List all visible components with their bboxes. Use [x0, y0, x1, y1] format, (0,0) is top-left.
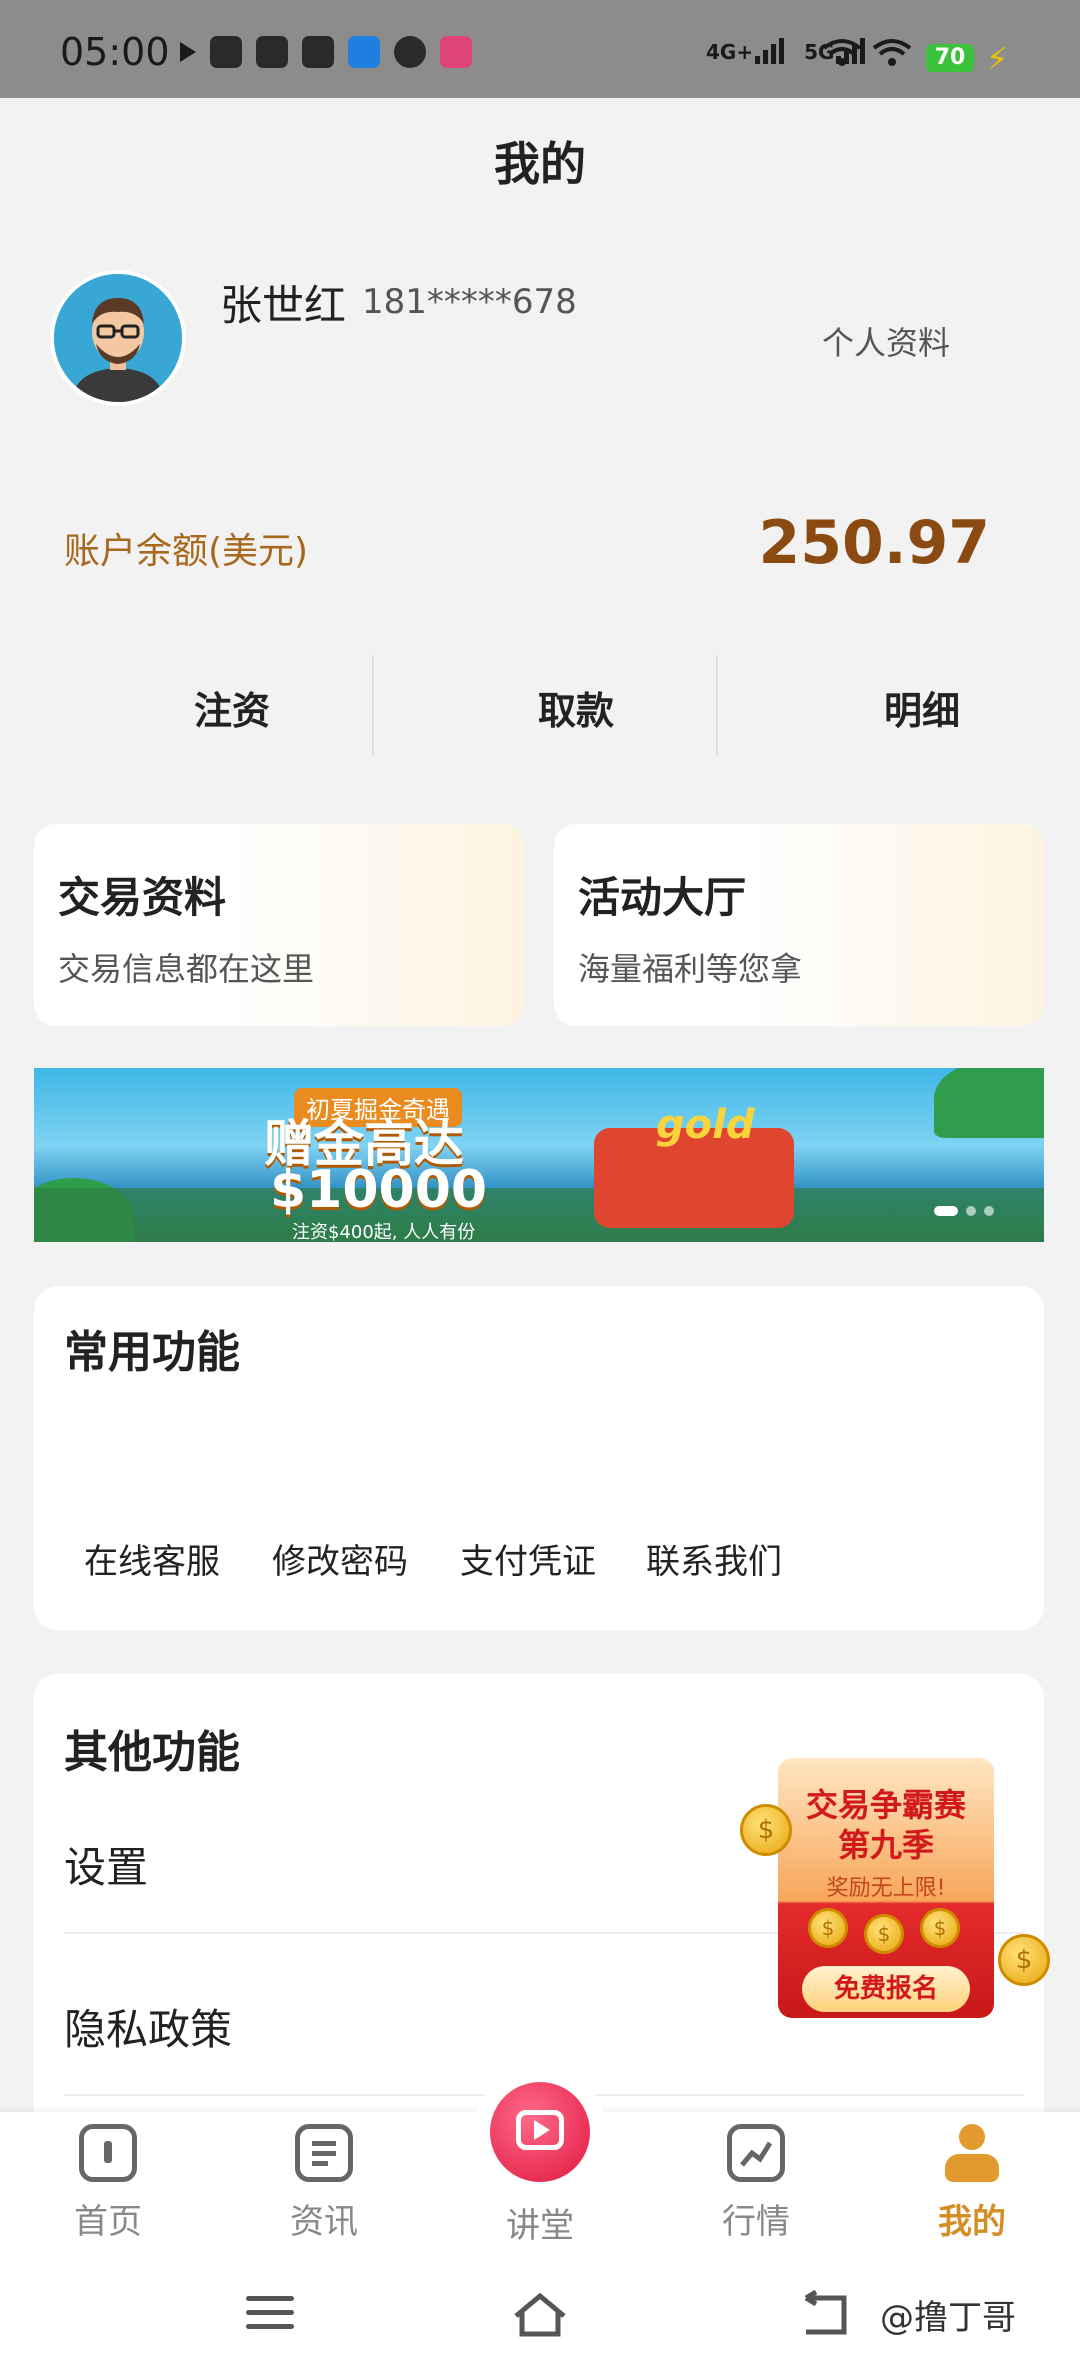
online-service-link[interactable]: 在线客服	[84, 1534, 220, 1583]
tab-lecture[interactable]: 讲堂	[432, 2198, 648, 2247]
divider	[372, 655, 374, 755]
details-button[interactable]: 明细	[884, 680, 960, 735]
card-subtitle: 交易信息都在这里	[58, 950, 315, 988]
common-functions-panel: 常用功能 在线客服 修改密码 支付凭证 联系我们	[34, 1286, 1044, 1630]
charging-icon: ⚡	[986, 40, 1009, 78]
privacy-policy-item[interactable]: 隐私政策	[64, 1996, 232, 2057]
news-icon	[295, 2124, 353, 2182]
card-title: 交易资料	[58, 873, 227, 922]
tab-label: 行情	[722, 2202, 790, 2242]
app-notification-icon	[348, 36, 380, 68]
app-notification-icon	[256, 36, 288, 68]
coin-icon: $	[920, 1908, 960, 1948]
market-chart-icon	[727, 2124, 785, 2182]
avatar-illustration	[54, 274, 182, 402]
card-subtitle: 海量福利等您拿	[578, 950, 803, 988]
wifi-icon	[872, 39, 912, 66]
page-title: 我的	[494, 137, 586, 191]
banner-logo: gold	[656, 1102, 755, 1148]
balance-value: 250.97	[758, 508, 990, 578]
network-label: 4G+	[706, 40, 754, 64]
home-icon	[79, 2124, 137, 2182]
coin-icon: $	[998, 1934, 1050, 1986]
free-signup-button[interactable]: 免费报名	[802, 1966, 970, 2012]
activity-hall-card[interactable]: 活动大厅 海量福利等您拿	[554, 824, 1044, 1026]
carousel-indicator	[934, 1206, 994, 1216]
payment-proof-link[interactable]: 支付凭证	[460, 1534, 596, 1583]
tab-label: 资讯	[290, 2202, 358, 2242]
battery-icon: 70	[926, 44, 974, 72]
tab-label: 讲堂	[506, 2206, 574, 2246]
profile-link[interactable]: 个人资料	[822, 318, 950, 364]
tab-mine[interactable]: 我的	[864, 2124, 1080, 2243]
card-title: 活动大厅	[578, 873, 747, 922]
tab-label: 我的	[938, 2202, 1006, 2242]
competition-promo[interactable]: 交易争霸赛 第九季 奖励无上限! 免费报名 $ $ $ $ $	[740, 1758, 1056, 2036]
watermark: @撸丁哥	[880, 2298, 1016, 2338]
balance-label: 账户余额(美元)	[64, 531, 309, 572]
divider	[716, 655, 718, 755]
banner-footnote: 注资$400起, 人人有份	[292, 1222, 476, 1242]
tab-lecture-button[interactable]	[474, 2066, 606, 2198]
menu-icon[interactable]	[246, 2296, 294, 2338]
tv-play-icon	[490, 2082, 590, 2182]
change-password-link[interactable]: 修改密码	[272, 1534, 408, 1583]
back-nav-icon[interactable]	[798, 2290, 852, 2340]
section-title: 其他功能	[64, 1727, 240, 1778]
coin-icon: $	[864, 1914, 904, 1954]
tab-market[interactable]: 行情	[648, 2124, 864, 2243]
app-notification-icon	[210, 36, 242, 68]
status-notification-icons	[180, 36, 472, 68]
tab-news[interactable]: 资讯	[216, 2124, 432, 2243]
deposit-button[interactable]: 注资	[194, 680, 270, 735]
wifi-icon	[822, 39, 862, 66]
play-icon	[180, 42, 196, 62]
coin-icon: $	[808, 1908, 848, 1948]
settings-item[interactable]: 设置	[64, 1834, 148, 1895]
coin-icon: $	[740, 1804, 792, 1856]
tab-label: 首页	[74, 2202, 142, 2242]
status-time: 05:00	[60, 30, 170, 74]
section-title: 常用功能	[64, 1327, 240, 1378]
person-icon	[943, 2124, 1001, 2182]
withdraw-button[interactable]: 取款	[538, 680, 614, 735]
palm-decoration	[934, 1068, 1044, 1138]
promo-card: 交易争霸赛 第九季 奖励无上限! 免费报名	[778, 1758, 994, 2018]
island-decoration	[34, 1188, 1044, 1242]
tiktok-icon	[302, 36, 334, 68]
home-nav-icon[interactable]	[510, 2290, 570, 2340]
user-phone: 181*****678	[362, 282, 577, 322]
promo-banner[interactable]: 初夏掘金奇遇 赠金高达 $10000 注资$400起, 人人有份 gold	[34, 1068, 1044, 1242]
promo-season: 第九季	[837, 1826, 934, 1864]
ifly-icon	[394, 36, 426, 68]
promo-subtitle: 奖励无上限!	[826, 1876, 946, 1901]
contact-us-link[interactable]: 联系我们	[646, 1534, 782, 1583]
trading-info-card[interactable]: 交易资料 交易信息都在这里	[34, 824, 524, 1026]
signal-bars-icon	[755, 38, 785, 64]
app-notification-icon	[440, 36, 472, 68]
banner-amount: $10000	[270, 1160, 488, 1220]
avatar[interactable]	[50, 270, 186, 406]
user-name: 张世红	[220, 281, 347, 330]
tab-home[interactable]: 首页	[0, 2124, 216, 2243]
